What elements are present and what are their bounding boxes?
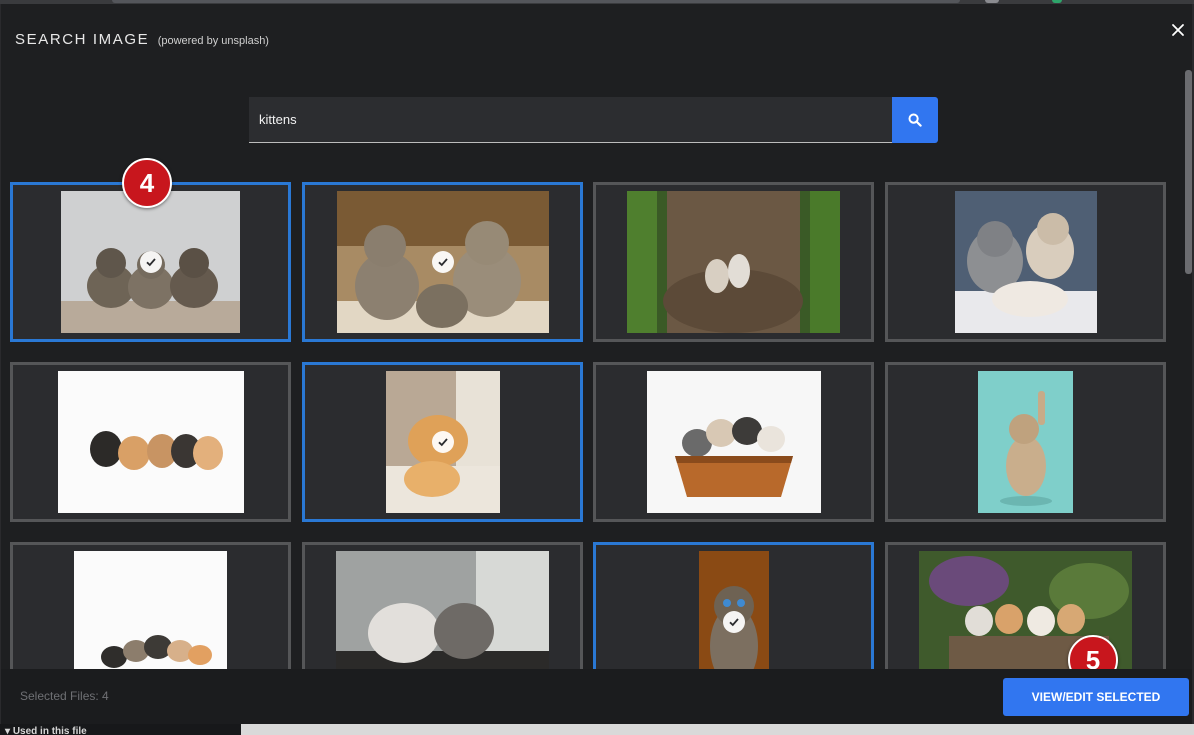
search-button[interactable] bbox=[892, 97, 938, 143]
annotation-badge-4: 4 bbox=[122, 158, 172, 208]
image-result-4[interactable] bbox=[885, 182, 1166, 342]
kitten-thumbnail bbox=[336, 551, 549, 669]
search-image-dialog: SEARCH IMAGE (powered by unsplash) kitte… bbox=[1, 4, 1192, 724]
kitten-thumbnail bbox=[954, 191, 1097, 333]
image-results-grid bbox=[10, 182, 1168, 669]
selected-check-icon bbox=[431, 431, 454, 453]
image-result-9[interactable] bbox=[10, 542, 291, 669]
image-result-6[interactable] bbox=[302, 362, 583, 522]
search-icon bbox=[908, 113, 922, 127]
image-result-12[interactable] bbox=[885, 542, 1166, 669]
selected-check-icon bbox=[431, 251, 454, 273]
tab-strip-dot bbox=[985, 0, 999, 3]
dialog-footer: Selected Files: 4 VIEW/EDIT SELECTED bbox=[1, 669, 1192, 724]
tab-strip-dot-green bbox=[1052, 0, 1062, 3]
dialog-subtitle: (powered by unsplash) bbox=[157, 35, 269, 47]
dialog-title: SEARCH IMAGE (powered by unsplash) bbox=[15, 31, 269, 49]
kitten-thumbnail bbox=[57, 371, 244, 513]
canvas-area bbox=[241, 724, 1194, 735]
kitten-thumbnail bbox=[627, 191, 840, 333]
kitten-thumbnail bbox=[698, 551, 769, 669]
close-icon bbox=[1172, 24, 1184, 36]
dialog-title-text: SEARCH IMAGE bbox=[15, 31, 150, 48]
tab-strip-pill bbox=[112, 0, 960, 3]
close-button[interactable] bbox=[1168, 20, 1188, 40]
kitten-thumbnail bbox=[385, 371, 500, 513]
image-result-3[interactable] bbox=[593, 182, 874, 342]
image-result-2[interactable] bbox=[302, 182, 583, 342]
selected-files-count: Selected Files: 4 bbox=[20, 689, 109, 703]
kitten-thumbnail bbox=[646, 371, 821, 513]
kitten-thumbnail bbox=[336, 191, 549, 333]
selected-check-icon bbox=[722, 611, 745, 633]
image-result-10[interactable] bbox=[302, 542, 583, 669]
selected-check-icon bbox=[139, 251, 162, 273]
view-edit-selected-button[interactable]: VIEW/EDIT SELECTED bbox=[1003, 678, 1189, 716]
image-result-7[interactable] bbox=[593, 362, 874, 522]
image-result-8[interactable] bbox=[885, 362, 1166, 522]
kitten-thumbnail bbox=[74, 551, 227, 669]
kitten-thumbnail bbox=[61, 191, 240, 333]
search-input[interactable] bbox=[249, 97, 892, 143]
used-in-file-section[interactable]: ▾ Used in this file bbox=[5, 726, 87, 735]
dialog-scrollbar[interactable] bbox=[1185, 70, 1192, 274]
image-result-5[interactable] bbox=[10, 362, 291, 522]
used-in-file-label: Used in this file bbox=[12, 726, 87, 735]
image-result-11[interactable] bbox=[593, 542, 874, 669]
side-panel: ▾ Used in this file bbox=[0, 724, 241, 735]
kitten-thumbnail bbox=[978, 371, 1073, 513]
